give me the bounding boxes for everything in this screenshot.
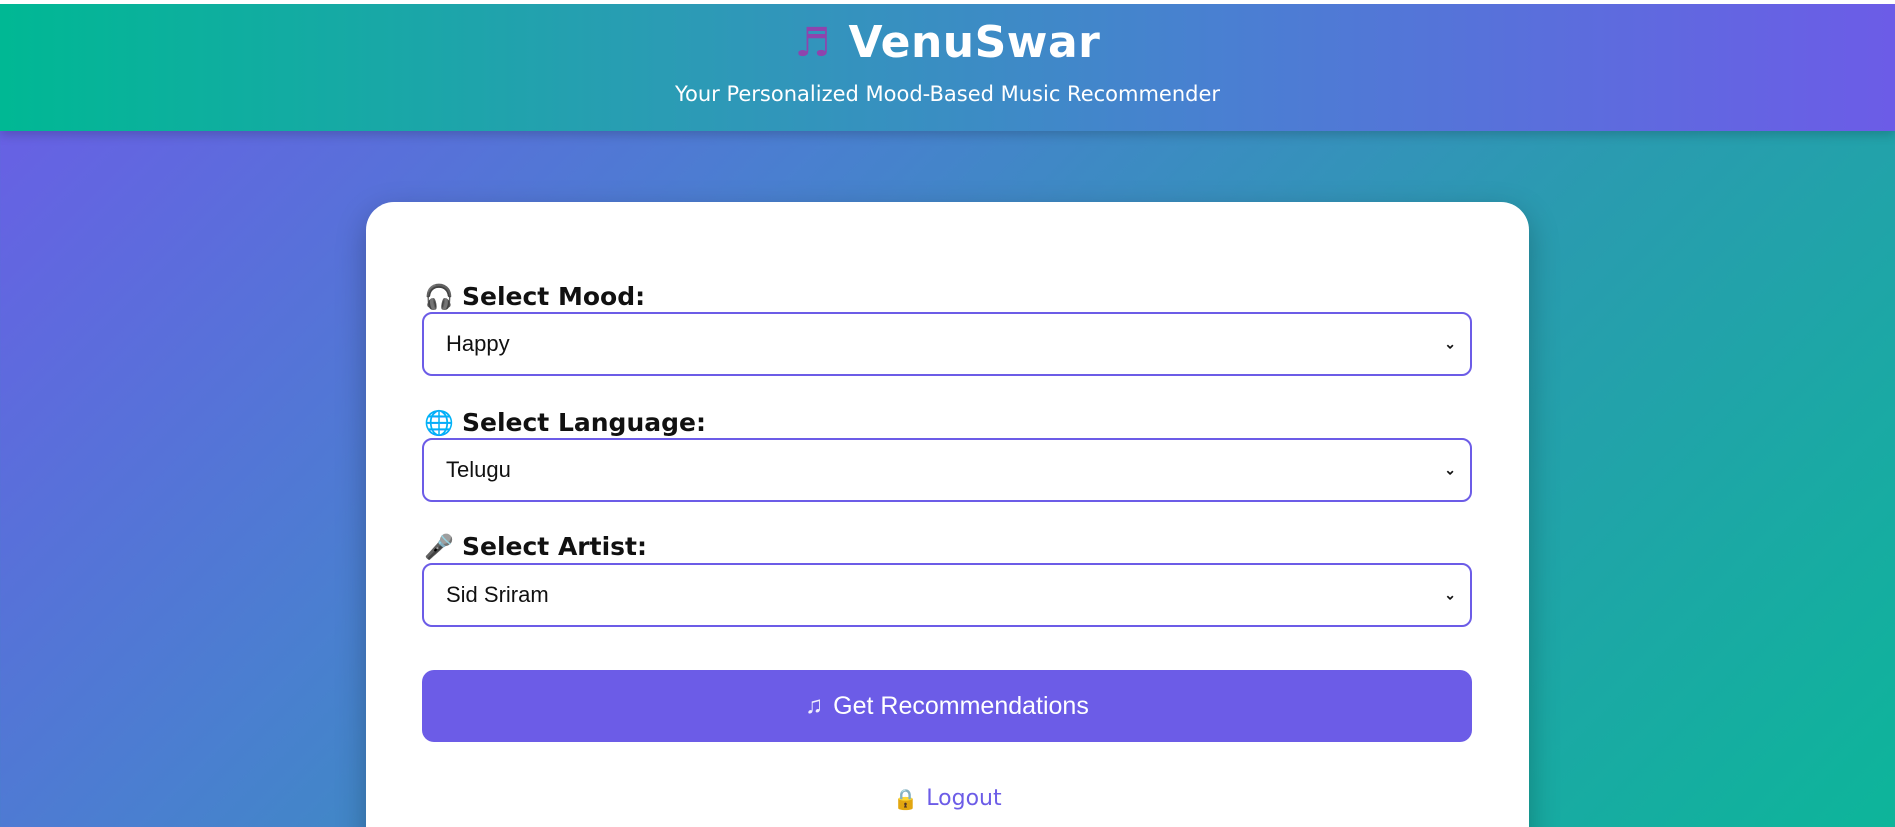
chevron-down-icon: ⌄ [1444, 586, 1456, 603]
get-recommendations-label: Get Recommendations [833, 691, 1089, 720]
artist-select[interactable]: Sid Sriram ⌄ [422, 563, 1472, 627]
music-notes-icon: ♬ [794, 20, 831, 66]
headphones-icon: 🎧 [424, 282, 454, 311]
artist-select-value: Sid Sriram [446, 582, 549, 607]
recommendation-form-card: 🎧 Select Mood: Happy ⌄ 🌐 Select Language… [366, 202, 1529, 827]
language-label: 🌐 Select Language: [424, 408, 706, 437]
get-recommendations-button[interactable]: ♫ Get Recommendations [422, 670, 1472, 742]
language-select[interactable]: Telugu ⌄ [422, 438, 1472, 502]
app-subtitle: Your Personalized Mood-Based Music Recom… [674, 82, 1221, 106]
chevron-down-icon: ⌄ [1444, 461, 1456, 478]
language-label-text: Select Language: [462, 408, 706, 437]
mood-select[interactable]: Happy ⌄ [422, 312, 1472, 376]
mood-label-text: Select Mood: [462, 282, 646, 311]
logout-label: Logout [926, 786, 1002, 811]
logout-link[interactable]: 🔒 Logout [366, 786, 1529, 811]
microphone-icon: 🎤 [424, 532, 454, 561]
language-select-value: Telugu [446, 457, 511, 482]
app-title: VenuSwar [848, 17, 1101, 68]
artist-label-text: Select Artist: [462, 532, 647, 561]
artist-label: 🎤 Select Artist: [424, 532, 647, 561]
chevron-down-icon: ⌄ [1444, 335, 1456, 352]
app-header: ♬ VenuSwar Your Personalized Mood-Based … [0, 0, 1895, 131]
globe-icon: 🌐 [424, 408, 454, 437]
music-note-icon: ♫ [805, 692, 824, 719]
lock-icon: 🔒 [893, 786, 919, 811]
brand: ♬ VenuSwar [0, 18, 1895, 68]
mood-label: 🎧 Select Mood: [424, 282, 645, 311]
mood-select-value: Happy [446, 331, 510, 356]
